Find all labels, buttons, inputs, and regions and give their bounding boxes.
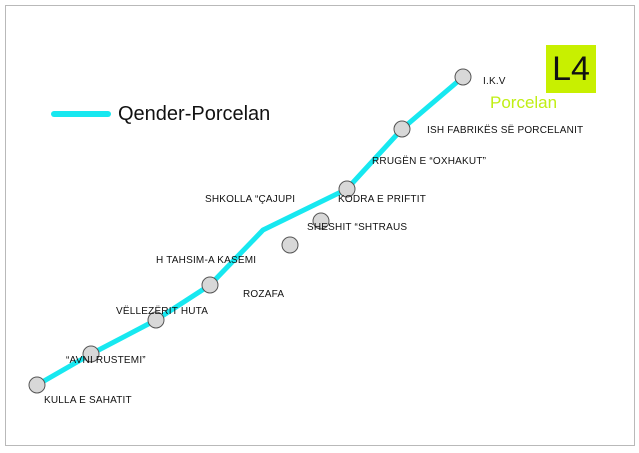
stop-label-rozafa: ROZAFA bbox=[243, 289, 285, 300]
stop-marker-ish-fabrikes[interactable] bbox=[393, 120, 411, 138]
stop-label-shkolla-cajupi: SHKOLLA “ÇAJUPI bbox=[205, 194, 296, 205]
stop-label-ikv: I.K.V bbox=[483, 76, 506, 87]
line-badge-text: L4 bbox=[552, 49, 590, 88]
stop-label-sheshit-shtraus: SHESHIT “SHTRAUS bbox=[307, 222, 408, 233]
stop-label-ish-fabrikes: ISH FABRIKËS SË PORCELANIT bbox=[427, 125, 584, 136]
stop-label-kodra-e-priftit: KODRA E PRIFTIT bbox=[338, 194, 427, 205]
stop-label-rrugen-oxhakut: RRUGËN E “OXHAKUT” bbox=[372, 156, 487, 167]
legend-label: Qender-Porcelan bbox=[118, 103, 271, 125]
stop-label-kulla-e-sahatit: KULLA E SAHATIT bbox=[44, 395, 132, 406]
stop-marker-ikv[interactable] bbox=[454, 68, 472, 86]
stop-marker-tahsim-kasemi[interactable] bbox=[201, 276, 219, 294]
stop-label-avni-rustemi: “AVNI RUSTEMI” bbox=[66, 355, 146, 366]
stop-label-vellezerit-huta: VËLLEZËRIT HUTA bbox=[116, 306, 209, 317]
line-badge: L4 bbox=[546, 45, 596, 93]
stop-label-tahsim-kasemi: H TAHSIM-A KASEMI bbox=[156, 255, 257, 266]
stop-marker-kulla-e-sahatit[interactable] bbox=[28, 376, 46, 394]
terminus-label: Porcelan bbox=[490, 93, 558, 112]
stop-marker-rozafa[interactable] bbox=[281, 236, 299, 254]
